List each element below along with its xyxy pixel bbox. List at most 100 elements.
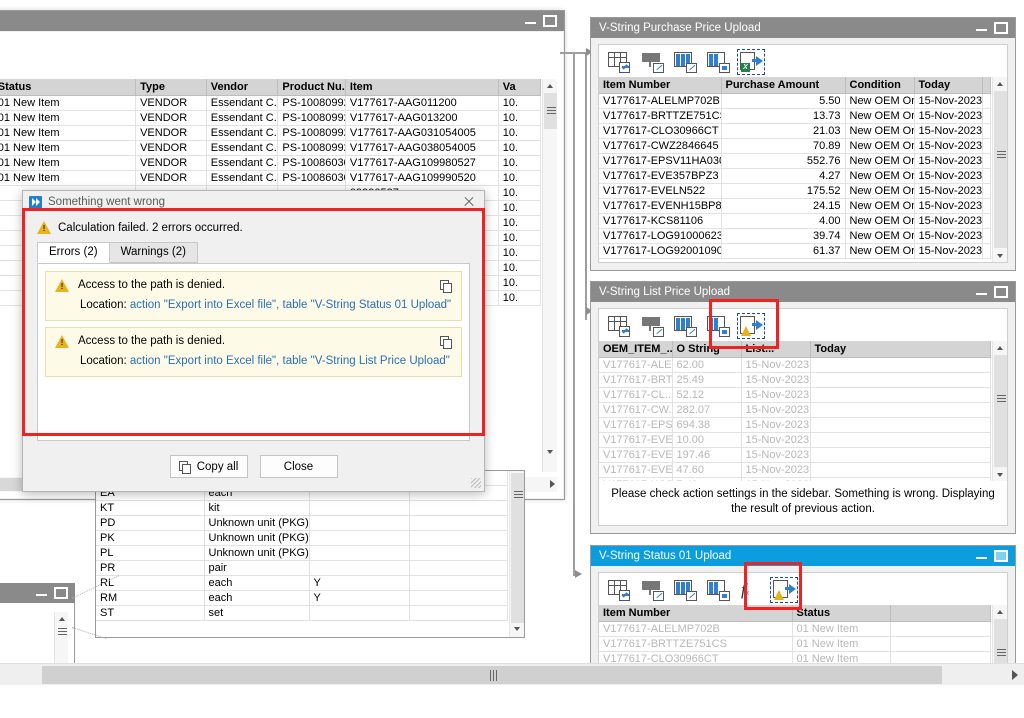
resize-grip-icon[interactable] — [471, 478, 481, 488]
table-row[interactable]: V177617-ALE...62.0015-Nov-2023 — [599, 357, 991, 373]
scroll-thumb[interactable] — [544, 93, 557, 129]
col-va[interactable]: Va — [498, 79, 541, 96]
table-row[interactable]: V177617-EVENH15BP824.15New OEM Or...15-N… — [599, 198, 991, 214]
table-row[interactable]: IZER,...01 New ItemVENDOREssendant C...P… — [0, 125, 541, 141]
table-export-icon[interactable] — [607, 579, 631, 601]
table-row[interactable]: V177617-EPS...694.3815-Nov-2023 — [599, 417, 991, 433]
col-today[interactable]: Today — [914, 77, 983, 94]
table-row[interactable]: V177617-CL... 52.12 15-Nov-2023 — [599, 387, 991, 403]
col-item[interactable]: Item — [345, 79, 499, 96]
list-price-vscrollbar[interactable] — [992, 341, 1007, 481]
tab-errors[interactable]: Errors (2) — [37, 242, 110, 263]
page-hscroll-thumb[interactable] — [42, 666, 942, 684]
units-table[interactable]: DZdozen packEAeachKTkitPDUnknown unit (P… — [96, 471, 508, 621]
scroll-down-arrow-icon[interactable] — [993, 468, 1008, 481]
table-row[interactable]: RM each Y — [96, 590, 508, 606]
scroll-up-arrow-icon[interactable] — [993, 605, 1008, 618]
purchase-price-table[interactable]: Item Number Purchase Amount Condition To… — [599, 77, 991, 259]
secondary-vscrollbar[interactable] — [54, 612, 68, 664]
filter-edit-icon[interactable] — [640, 315, 664, 337]
error-item[interactable]: Access to the path is denied. Location: … — [45, 327, 462, 377]
table-row[interactable]: MAL...01 New ItemVENDOREssendant C...PS-… — [0, 110, 541, 126]
export-warning-icon[interactable] — [737, 312, 765, 339]
status-01-minimize-button[interactable] — [976, 552, 987, 561]
table-row[interactable]: KT kit — [96, 500, 508, 516]
error-location-link[interactable]: action "Export into Excel file", table "… — [130, 355, 450, 367]
columns-edit-icon[interactable] — [673, 315, 697, 337]
maximize-button[interactable] — [543, 15, 557, 27]
table-row[interactable]: ST set — [96, 605, 508, 621]
col-list[interactable]: List... — [741, 341, 811, 358]
minimize-button[interactable] — [525, 17, 536, 26]
table-row[interactable]: V177617-LOG91000623239.74New OEM Or...15… — [599, 228, 991, 244]
table-row[interactable]: PR pair — [96, 560, 508, 576]
hscroll-right-arrow-icon[interactable] — [550, 480, 555, 488]
table-row[interactable]: IZER,...01 New ItemVENDOREssendant C...P… — [0, 140, 541, 156]
page-hscrollbar[interactable] — [0, 663, 1024, 685]
close-button[interactable]: Close — [259, 455, 338, 478]
status-01-maximize-button[interactable] — [994, 550, 1008, 562]
tab-warnings[interactable]: Warnings (2) — [108, 242, 198, 263]
col-item-number[interactable]: Item Number — [599, 605, 793, 622]
table-row[interactable]: PK Unknown unit (PKG) — [96, 530, 508, 546]
table-row[interactable]: V177617-CW... 282.07 15-Nov-2023 — [599, 402, 991, 418]
table-row[interactable]: PL Unknown unit (PKG) — [96, 545, 508, 561]
table-row[interactable]: PD Unknown unit (PKG) — [96, 515, 508, 531]
secondary-scroll-up-arrow-icon[interactable] — [55, 612, 70, 625]
main-table-vscrollbar[interactable] — [542, 79, 557, 472]
list-price-table[interactable]: OEM_ITEM_... O String List... Today V177… — [599, 341, 991, 481]
purchase-price-table-container[interactable]: Item Number Purchase Amount Condition To… — [599, 77, 991, 262]
col-product-number[interactable]: Product Nu... — [277, 79, 346, 96]
scroll-up-arrow-icon[interactable] — [543, 79, 558, 92]
col-status[interactable]: Status — [792, 605, 891, 622]
purchase-price-maximize-button[interactable] — [994, 22, 1008, 34]
filter-edit-icon[interactable] — [640, 51, 664, 73]
table-row[interactable]: V177617-ALELMP702B 01 New Item — [599, 621, 991, 637]
col-type[interactable]: Type — [135, 79, 207, 96]
table-row[interactable]: V177617-ALELMP702B5.50New OEM Or...15-No… — [599, 93, 991, 109]
table-row[interactable]: V177617-EVE...47.6015-Nov-2023 — [599, 462, 991, 478]
scroll-down-arrow-icon[interactable] — [993, 249, 1008, 262]
table-row[interactable]: R,HA...01 New ItemVENDOREssendant C...PS… — [0, 155, 541, 171]
table-row[interactable]: V177617-CLO30966CT21.03New OEM Or...15-N… — [599, 123, 991, 139]
export-warning-icon[interactable] — [770, 576, 798, 603]
error-location-link[interactable]: action "Export into Excel file", table "… — [130, 299, 451, 311]
col-today[interactable]: Today — [810, 341, 991, 358]
table-row[interactable]: V177617-EPSV11HA03020552.76New OEM Or...… — [599, 153, 991, 169]
copy-all-button[interactable]: Copy all — [169, 455, 248, 478]
col-item-number[interactable]: Item Number — [599, 77, 722, 94]
table-row[interactable]: R,HA...01 New ItemVENDOREssendant C...PS… — [0, 170, 541, 186]
table-row[interactable]: V177617-EVE357BPZ34.27New OEM Or...15-No… — [599, 168, 991, 184]
table-row[interactable]: V177617-BRTTZE751CS13.73New OEM Or...15-… — [599, 108, 991, 124]
table-row[interactable]: V177617-LOG92001090961.37New OEM Or...15… — [599, 243, 991, 259]
columns-layout-icon[interactable] — [706, 579, 730, 601]
table-row[interactable]: V177617-KCS811064.00New OEM Or...15-Nov-… — [599, 213, 991, 229]
col-status[interactable]: Status — [0, 79, 137, 96]
list-price-maximize-button[interactable] — [994, 286, 1008, 298]
purchase-price-minimize-button[interactable] — [976, 24, 987, 33]
table-row[interactable]: V177617-CWZ284664570.89New OEM Or...15-N… — [599, 138, 991, 154]
table-row[interactable]: RL each Y — [96, 575, 508, 591]
units-scroll-thumb[interactable] — [511, 473, 524, 623]
table-export-icon[interactable] — [607, 315, 631, 337]
secondary-minimize-button[interactable] — [36, 589, 47, 598]
scroll-thumb[interactable] — [994, 91, 1007, 248]
col-oem-item[interactable]: OEM_ITEM_... — [599, 341, 673, 358]
table-row[interactable]: V177617-BRT...25.4915-Nov-2023 — [599, 372, 991, 388]
columns-edit-icon[interactable] — [673, 579, 697, 601]
units-vscrollbar[interactable] — [509, 471, 524, 637]
units-scroll-down-arrow-icon[interactable] — [510, 622, 525, 635]
purchase-price-vscrollbar[interactable] — [992, 77, 1007, 262]
export-excel-icon[interactable]: X — [737, 48, 765, 75]
table-row[interactable]: NOTE...01 New ItemVENDOREssendant C...PS… — [0, 95, 541, 111]
table-row[interactable]: V177617-EVE...197.4615-Nov-2023 — [599, 447, 991, 463]
copy-icon[interactable] — [440, 336, 453, 349]
columns-layout-icon[interactable] — [706, 51, 730, 73]
col-vendor[interactable]: Vendor — [206, 79, 279, 96]
columns-edit-icon[interactable] — [673, 51, 697, 73]
table-export-icon[interactable] — [607, 51, 631, 73]
fx-icon[interactable]: fx — [739, 579, 763, 601]
scroll-thumb[interactable] — [994, 355, 1007, 467]
copy-icon[interactable] — [440, 280, 453, 293]
scroll-up-arrow-icon[interactable] — [993, 77, 1008, 90]
